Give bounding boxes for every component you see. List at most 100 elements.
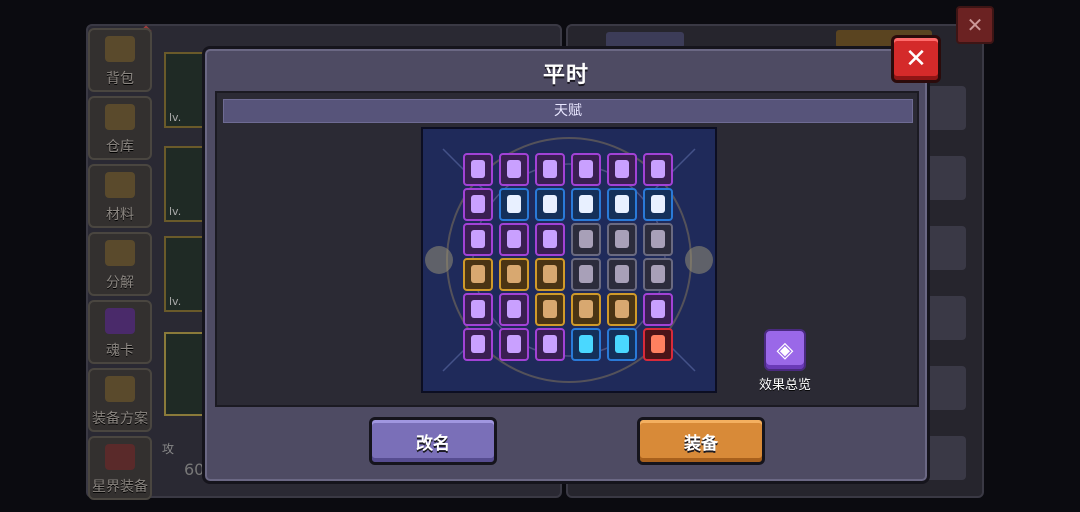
effect-overview[interactable]: ◈ 效果总览	[749, 329, 821, 393]
talent-figure-icon	[471, 335, 485, 353]
talent-cell[interactable]	[499, 223, 529, 256]
talent-figure-icon	[651, 230, 665, 248]
talent-figure-icon	[579, 195, 593, 213]
equip-button[interactable]: 装备	[637, 417, 765, 465]
talent-cell[interactable]	[499, 258, 529, 291]
talent-figure-icon	[471, 195, 485, 213]
talent-cell[interactable]	[463, 293, 493, 326]
talent-cell[interactable]	[571, 258, 601, 291]
talent-cell[interactable]	[607, 153, 637, 186]
talent-figure-icon	[615, 265, 629, 283]
talent-figure-icon	[471, 300, 485, 318]
talent-cell[interactable]	[643, 258, 673, 291]
talent-figure-icon	[579, 300, 593, 318]
talent-cell[interactable]	[643, 293, 673, 326]
talent-cell[interactable]	[499, 328, 529, 361]
sidebar-materials[interactable]: 材料	[88, 164, 152, 228]
materials-icon	[105, 172, 135, 198]
talent-figure-icon	[543, 265, 557, 283]
talent-figure-icon	[507, 335, 521, 353]
talent-figure-icon	[651, 300, 665, 318]
talent-figure-icon	[543, 300, 557, 318]
talent-cell[interactable]	[607, 293, 637, 326]
talent-cell[interactable]	[571, 153, 601, 186]
talent-figure-icon	[651, 195, 665, 213]
background-close-button[interactable]: ✕	[956, 6, 994, 44]
talent-figure-icon	[543, 160, 557, 178]
talent-cell[interactable]	[607, 258, 637, 291]
talent-figure-icon	[543, 230, 557, 248]
talent-grid	[463, 153, 673, 361]
talent-cell[interactable]	[643, 153, 673, 186]
talent-cell[interactable]	[535, 188, 565, 221]
talent-figure-icon	[471, 230, 485, 248]
talent-cell[interactable]	[607, 223, 637, 256]
talent-figure-icon	[543, 335, 557, 353]
talent-figure-icon	[543, 195, 557, 213]
sidebar-warehouse[interactable]: 仓库	[88, 96, 152, 160]
talent-cell[interactable]	[535, 293, 565, 326]
talent-figure-icon	[507, 160, 521, 178]
talent-figure-icon	[507, 230, 521, 248]
talent-cell[interactable]	[607, 328, 637, 361]
sidebar-soul-card[interactable]: 魂卡	[88, 300, 152, 364]
talent-cell[interactable]	[535, 223, 565, 256]
talent-figure-icon	[579, 335, 593, 353]
talent-cell[interactable]	[499, 293, 529, 326]
talent-figure-icon	[615, 300, 629, 318]
talent-figure-icon	[615, 195, 629, 213]
talent-cell[interactable]	[463, 328, 493, 361]
effect-overview-icon: ◈	[764, 329, 806, 371]
talent-cell[interactable]	[463, 223, 493, 256]
talent-figure-icon	[579, 265, 593, 283]
close-icon: ✕	[905, 44, 927, 74]
talent-modal: 平时 ✕ 天赋 ◈ 效果总览 改名 装备	[202, 35, 941, 484]
modal-content: 天赋 ◈ 效果总览	[215, 91, 919, 407]
equip-plan-icon	[105, 376, 135, 402]
talent-cell[interactable]	[499, 188, 529, 221]
talent-cell[interactable]	[643, 188, 673, 221]
talent-cell[interactable]	[643, 223, 673, 256]
talent-figure-icon	[507, 300, 521, 318]
attack-label: 攻	[162, 442, 175, 456]
astral-equip-icon	[105, 444, 135, 470]
talent-figure-icon	[615, 230, 629, 248]
close-button[interactable]: ✕	[891, 35, 941, 83]
talent-figure-icon	[651, 160, 665, 178]
talent-figure-icon	[471, 160, 485, 178]
decompose-icon	[105, 240, 135, 266]
talent-cell[interactable]	[535, 328, 565, 361]
talent-cell[interactable]	[463, 188, 493, 221]
talent-cell[interactable]	[571, 328, 601, 361]
talent-board	[421, 127, 717, 393]
sidebar-backpack[interactable]: 背包	[88, 28, 152, 92]
sidebar-decompose[interactable]: 分解	[88, 232, 152, 296]
talent-cell[interactable]	[571, 293, 601, 326]
talent-cell[interactable]	[535, 258, 565, 291]
talent-figure-icon	[507, 195, 521, 213]
sidebar-equip-plan[interactable]: 装备方案	[88, 368, 152, 432]
talent-figure-icon	[615, 335, 629, 353]
talent-figure-icon	[579, 230, 593, 248]
talent-cell[interactable]	[607, 188, 637, 221]
talent-figure-icon	[651, 265, 665, 283]
talent-figure-icon	[651, 335, 665, 353]
talent-cell[interactable]	[463, 153, 493, 186]
talent-cell[interactable]	[571, 188, 601, 221]
talent-cell[interactable]	[643, 328, 673, 361]
talent-figure-icon	[471, 265, 485, 283]
section-title: 天赋	[223, 99, 913, 123]
talent-cell[interactable]	[535, 153, 565, 186]
rename-button[interactable]: 改名	[369, 417, 497, 465]
warehouse-icon	[105, 104, 135, 130]
talent-figure-icon	[507, 265, 521, 283]
talent-cell[interactable]	[463, 258, 493, 291]
soul-card-icon	[105, 308, 135, 334]
talent-cell[interactable]	[499, 153, 529, 186]
modal-title: 平时	[542, 63, 589, 88]
chest-icon	[105, 36, 135, 62]
talent-figure-icon	[615, 160, 629, 178]
sidebar-astral-equip[interactable]: 星界装备	[88, 436, 152, 500]
close-icon: ✕	[966, 13, 984, 37]
talent-cell[interactable]	[571, 223, 601, 256]
